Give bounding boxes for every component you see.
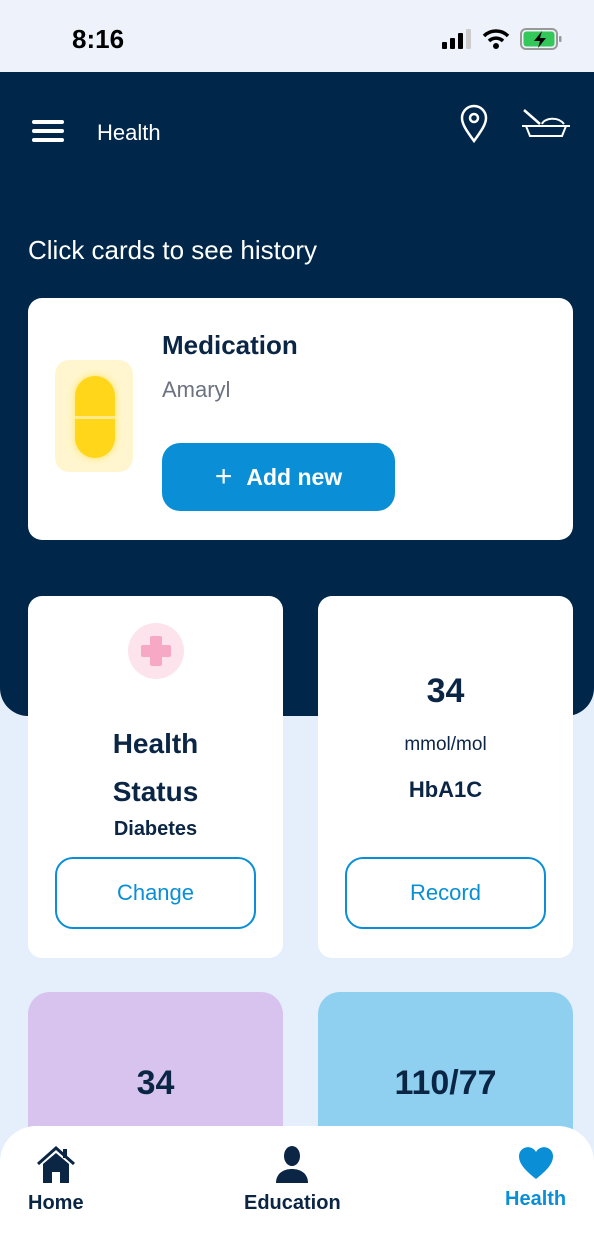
- page-title: Health: [97, 120, 161, 145]
- hba1c-value: 34: [426, 672, 465, 710]
- hba1c-unit: mmol/mol: [404, 734, 487, 755]
- medication-card[interactable]: Medication Amaryl + Add new: [28, 298, 573, 540]
- plus-icon: +: [214, 460, 233, 493]
- card-title: Health Status: [112, 728, 199, 807]
- status-bar: 8:16: [0, 0, 594, 72]
- medical-cross-icon: [128, 623, 184, 679]
- heart-icon: [518, 1147, 553, 1179]
- instruction-text: Click cards to see history: [28, 235, 317, 265]
- nav-education[interactable]: Education: [244, 1146, 341, 1215]
- bottom-nav: Home Education Health: [0, 1126, 594, 1240]
- nav-health[interactable]: Health: [505, 1146, 566, 1211]
- hba1c-label: HbA1C: [408, 777, 483, 802]
- hba1c-card[interactable]: 34 mmol/mol HbA1C Record: [318, 596, 573, 958]
- condition: Diabetes: [113, 818, 198, 840]
- pill-icon: [55, 360, 133, 472]
- card-title: Medication: [162, 330, 298, 360]
- medication-name: Amaryl: [162, 377, 231, 402]
- change-button[interactable]: Change: [55, 857, 256, 929]
- food-bowl-icon[interactable]: [520, 108, 572, 140]
- add-new-button[interactable]: + Add new: [162, 443, 395, 511]
- clock: 8:16: [72, 24, 125, 54]
- person-icon: [276, 1146, 309, 1183]
- battery-charging-icon: [520, 28, 562, 50]
- home-icon: [36, 1146, 75, 1183]
- wifi-icon: [482, 29, 510, 49]
- hamburger-icon[interactable]: [32, 120, 64, 142]
- record-button[interactable]: Record: [345, 857, 546, 929]
- health-status-card[interactable]: Health Status Diabetes Change: [28, 596, 283, 958]
- signal-icon: [442, 29, 471, 49]
- map-pin-icon[interactable]: [458, 104, 490, 144]
- nav-home[interactable]: Home: [28, 1146, 84, 1215]
